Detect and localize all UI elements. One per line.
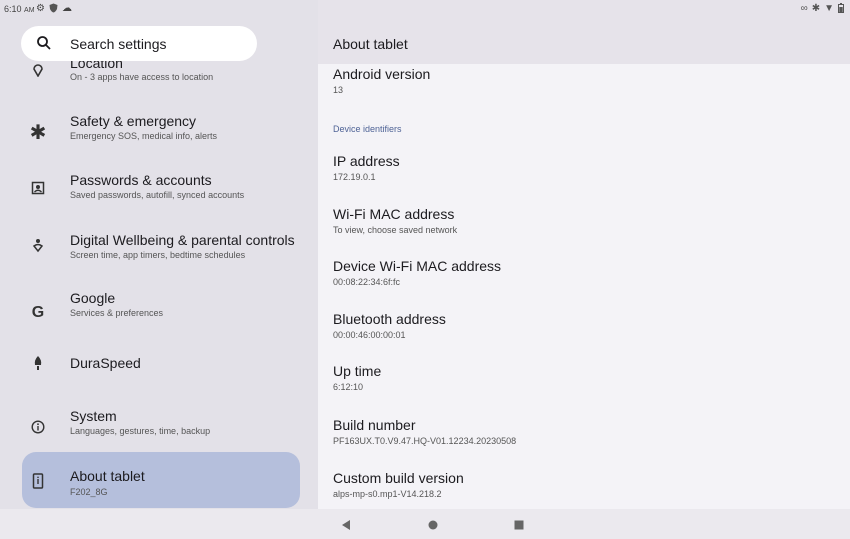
wellbeing-icon <box>28 236 48 256</box>
info-circle-icon <box>28 417 48 437</box>
status-time: 6:10 AM <box>4 4 35 14</box>
page-title: About tablet <box>333 36 408 52</box>
android-version-item[interactable]: Android version 13 <box>333 66 833 95</box>
sidebar-item-subtitle: On - 3 apps have access to location <box>70 72 214 82</box>
sidebar-item-subtitle: Saved passwords, autofill, synced accoun… <box>70 190 245 200</box>
build-number-item[interactable]: Build number PF163UX.T0.V9.47.HQ-V01.122… <box>333 417 833 446</box>
asterisk-icon: ✱ <box>29 121 47 144</box>
google-g-icon: G <box>31 304 45 321</box>
sidebar-item-system[interactable]: System Languages, gestures, time, backup <box>22 400 300 456</box>
sidebar-item-safety-emergency[interactable]: ✱ Safety & emergency Emergency SOS, medi… <box>22 104 300 160</box>
custom-build-version-item[interactable]: Custom build version alps-mp-s0.mp1-V14.… <box>333 470 833 499</box>
wifi-icon: ▼ <box>824 3 834 14</box>
sidebar-item-title: Safety & emergency <box>70 113 197 129</box>
navigation-bar <box>0 509 850 539</box>
back-icon[interactable] <box>340 519 352 531</box>
item-value: 00:00:46:00:00:01 <box>333 330 406 340</box>
device-wifi-mac-address-item[interactable]: Device Wi-Fi MAC address 00:08:22:34:6f:… <box>333 258 833 287</box>
status-bar: 6:10 AM ⚙ ☁ ∞ ✱ ▼ <box>0 0 850 20</box>
system-icons: ∞ ✱ ▼ <box>801 3 844 16</box>
item-title: Android version <box>333 66 431 82</box>
item-value: alps-mp-s0.mp1-V14.218.2 <box>333 489 442 499</box>
search-bar[interactable]: Search settings <box>21 26 257 61</box>
sidebar-item-title: DuraSpeed <box>70 355 141 371</box>
item-value: 00:08:22:34:6f:fc <box>333 277 401 287</box>
section-header: Device identifiers <box>333 124 402 134</box>
sidebar-item-duraspeed[interactable]: DuraSpeed <box>22 344 300 400</box>
notification-icons: ⚙ ☁ <box>36 3 72 16</box>
tablet-info-icon <box>28 471 48 491</box>
about-tablet-pane: About tablet Android version 13 Device i… <box>318 0 850 509</box>
link-icon: ∞ <box>800 3 808 14</box>
cloud-icon: ☁ <box>61 3 72 14</box>
search-placeholder: Search settings <box>70 36 167 52</box>
sidebar-item-title: System <box>70 408 117 424</box>
location-pin-icon <box>28 60 48 80</box>
status-ampm: AM <box>24 7 35 14</box>
sidebar-item-subtitle: Languages, gestures, time, backup <box>70 426 211 436</box>
item-title: IP address <box>333 153 400 169</box>
item-value: 6:12:10 <box>333 382 364 392</box>
item-value: 172.19.0.1 <box>333 172 376 182</box>
sidebar-item-subtitle: Services & preferences <box>70 308 164 318</box>
home-icon[interactable] <box>427 519 439 531</box>
item-value: PF163UX.T0.V9.47.HQ-V01.12234.20230508 <box>333 436 517 446</box>
sidebar-item-google[interactable]: G Google Services & preferences <box>22 284 300 340</box>
sidebar-item-title: Passwords & accounts <box>70 172 212 188</box>
wifi-mac-address-item[interactable]: Wi-Fi MAC address To view, choose saved … <box>333 206 833 235</box>
status-clock: 6:10 <box>4 4 22 14</box>
recents-icon[interactable] <box>513 519 525 531</box>
sidebar-item-passwords-accounts[interactable]: Passwords & accounts Saved passwords, au… <box>22 164 300 220</box>
sidebar-item-subtitle: Emergency SOS, medical info, alerts <box>70 131 218 141</box>
sidebar-item-digital-wellbeing[interactable]: Digital Wellbeing & parental controls Sc… <box>22 224 300 280</box>
item-title: Custom build version <box>333 470 464 486</box>
sidebar-item-subtitle: F202_8G <box>70 487 108 497</box>
item-title: Wi-Fi MAC address <box>333 206 455 222</box>
bluetooth-address-item[interactable]: Bluetooth address 00:00:46:00:00:01 <box>333 311 833 340</box>
item-title: Bluetooth address <box>333 311 446 327</box>
battery-icon <box>838 3 844 16</box>
shield-icon <box>49 3 58 16</box>
bluetooth-icon: ✱ <box>811 3 821 14</box>
item-title: Build number <box>333 417 416 433</box>
item-title: Up time <box>333 363 382 379</box>
item-value: To view, choose saved network <box>333 225 458 235</box>
sidebar-item-subtitle: Screen time, app timers, bedtime schedul… <box>70 250 246 260</box>
up-time-item[interactable]: Up time 6:12:10 <box>333 363 833 392</box>
item-value: 13 <box>333 85 344 95</box>
sidebar-item-title: Digital Wellbeing & parental controls <box>70 232 295 248</box>
item-title: Device Wi-Fi MAC address <box>333 258 502 274</box>
account-box-icon <box>28 178 48 198</box>
sidebar-item-about-tablet[interactable]: About tablet F202_8G <box>22 452 300 508</box>
rocket-icon <box>28 353 48 373</box>
sidebar-item-title: Google <box>70 290 116 306</box>
settings-sidebar: Location On - 3 apps have access to loca… <box>0 0 318 509</box>
ip-address-item[interactable]: IP address 172.19.0.1 <box>333 153 833 182</box>
sidebar-item-title: About tablet <box>70 468 145 484</box>
search-icon <box>36 35 52 51</box>
gear-icon: ⚙ <box>36 3 45 14</box>
